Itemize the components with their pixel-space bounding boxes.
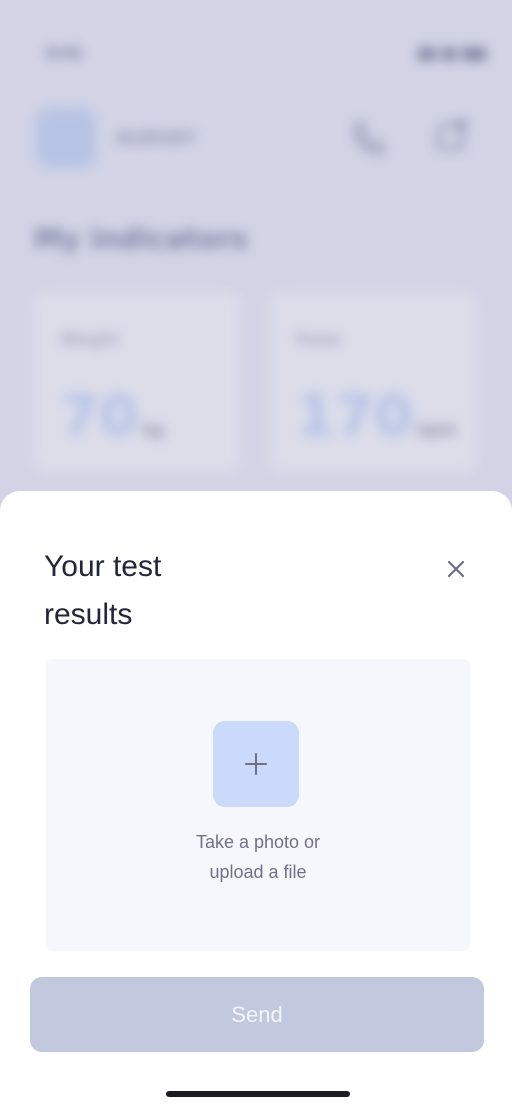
user-name: ALEKSEY xyxy=(116,128,196,147)
battery-icon xyxy=(462,48,486,60)
send-button[interactable]: Send xyxy=(30,977,484,1052)
upload-hint-line2: upload a file xyxy=(209,862,307,882)
status-icons xyxy=(418,48,486,60)
plus-icon xyxy=(245,753,267,775)
home-indicator xyxy=(166,1091,350,1097)
app-header: ALEKSEY xyxy=(36,108,476,168)
close-icon xyxy=(447,560,465,578)
signal-icon xyxy=(418,48,436,60)
close-button[interactable] xyxy=(444,557,468,581)
test-results-sheet: Your test results Take a photo or upload… xyxy=(0,491,512,1112)
indicator-card-pulse: Pulse 170 bpm xyxy=(270,292,476,472)
card-value-number: 70 xyxy=(60,384,138,449)
phone-icon xyxy=(353,122,385,154)
bell-icon xyxy=(436,119,467,150)
upload-hint-line1: Take a photo or xyxy=(195,832,321,852)
sheet-title-line2: results xyxy=(44,598,133,631)
indicator-card-weight: Weight 70 kg xyxy=(34,292,240,472)
card-unit: bpm xyxy=(416,420,457,439)
upload-hint: Take a photo or upload a file xyxy=(46,827,470,887)
upload-area[interactable]: Take a photo or upload a file xyxy=(46,659,470,951)
section-title: My indicators xyxy=(34,222,248,255)
avatar xyxy=(36,108,96,168)
sheet-title: Your test results xyxy=(44,543,344,639)
status-bar: 9:41 xyxy=(0,44,512,68)
card-value-number: 170 xyxy=(296,384,413,449)
card-unit: kg xyxy=(141,420,165,439)
sheet-title-line1: Your test xyxy=(44,550,162,583)
status-time: 9:41 xyxy=(46,44,84,62)
card-value: 70 kg xyxy=(60,384,164,449)
upload-button[interactable] xyxy=(213,721,299,807)
card-label: Pulse xyxy=(296,330,341,350)
card-value: 170 bpm xyxy=(296,384,456,449)
card-label: Weight xyxy=(60,330,120,350)
wifi-icon xyxy=(442,48,456,60)
